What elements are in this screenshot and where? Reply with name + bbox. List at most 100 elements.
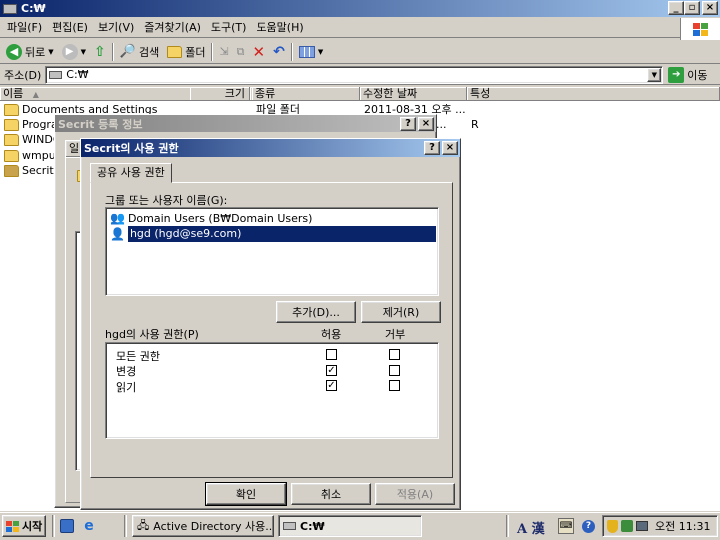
forward-button[interactable]: ▶ ▼ — [58, 41, 90, 63]
delete-x-icon: ✕ — [252, 42, 266, 61]
copy-to-icon: ⧉ — [236, 44, 245, 58]
taskbar-item-active-directory[interactable]: 🖧 Active Directory 사용... — [132, 515, 274, 537]
close-button[interactable]: × — [418, 117, 434, 131]
windows-logo-icon — [6, 520, 19, 532]
address-bar: 주소(D) C:₩ ▼ ➔ 이동 — [0, 65, 720, 85]
deny-change-checkbox[interactable] — [389, 365, 400, 376]
menu-favorites[interactable]: 즐겨찾기(A) — [139, 19, 206, 37]
permissions-list: 모든 권한 변경 읽기 ✓ ✓ — [105, 342, 439, 439]
permission-full-control: 모든 권한 — [116, 350, 160, 363]
col-header-type[interactable]: 종류 — [252, 87, 360, 101]
menu-file[interactable]: 파일(F) — [2, 19, 47, 37]
list-item[interactable]: Secrit — [4, 163, 54, 178]
chevron-down-icon: ▼ — [48, 47, 54, 56]
menu-help[interactable]: 도움말(H) — [251, 19, 308, 37]
window-title: C:₩ — [21, 2, 46, 15]
delete-button[interactable]: ✕ — [249, 41, 270, 63]
allow-change-checkbox[interactable]: ✓ — [326, 365, 337, 376]
drive-icon — [283, 522, 296, 530]
folder-icon — [4, 149, 19, 162]
col-header-attributes[interactable]: 특성 — [467, 87, 720, 101]
explorer-titlebar[interactable]: C:₩ _ ▫ × — [0, 0, 720, 17]
remove-button[interactable]: 제거(R) — [361, 301, 441, 323]
permissions-label: hgd의 사용 권한(P) — [105, 328, 199, 341]
list-item[interactable]: Progra — [4, 117, 58, 132]
folder-icon — [4, 133, 19, 146]
search-icon: 🔎 — [119, 44, 136, 59]
up-arrow-icon: ⇧ — [94, 43, 106, 60]
address-input[interactable]: C:₩ ▼ — [45, 65, 664, 84]
close-button[interactable]: × — [702, 1, 718, 15]
add-button[interactable]: 추가(D)... — [276, 301, 356, 323]
windows-logo-icon — [680, 18, 720, 40]
permission-read: 읽기 — [116, 381, 137, 394]
ok-button[interactable]: 확인 — [205, 482, 287, 506]
back-button[interactable]: ◀ 뒤로 ▼ — [2, 41, 58, 63]
security-shield-icon[interactable] — [607, 519, 618, 533]
menu-bar: 파일(F) 편집(E) 보기(V) 즐겨찾기(A) 도구(T) 도움말(H) — [0, 18, 720, 38]
cancel-button[interactable]: 취소 — [291, 483, 371, 505]
up-folder-button[interactable]: ⇧ — [90, 41, 110, 63]
quicklaunch-separator — [52, 515, 55, 537]
allow-read-checkbox[interactable]: ✓ — [326, 380, 337, 391]
list-item-selected[interactable]: 👤 hgd (hgd@se9.com) — [110, 226, 436, 242]
deny-full-control-checkbox[interactable] — [389, 349, 400, 360]
address-dropdown-button[interactable]: ▼ — [647, 67, 662, 82]
undo-button[interactable]: ↶ — [269, 41, 289, 63]
minimize-button[interactable]: _ — [668, 1, 684, 15]
help-button[interactable]: ? — [424, 141, 440, 155]
user-group-icon: 👥 — [110, 211, 125, 225]
chevron-down-icon: ▼ — [317, 47, 324, 56]
deny-read-checkbox[interactable] — [389, 380, 400, 391]
restore-button[interactable]: ▫ — [684, 1, 700, 15]
folder-icon — [4, 103, 19, 116]
go-button[interactable]: ➔ 이동 — [668, 66, 708, 83]
col-header-modified[interactable]: 수정한 날짜 — [360, 87, 467, 101]
search-button[interactable]: 🔎 검색 — [116, 41, 163, 63]
ime-indicator[interactable]: A 漢 — [517, 518, 545, 537]
permissions-titlebar[interactable]: Secrit의 사용 권한 ? × — [81, 139, 460, 157]
move-to-icon: ⇲ — [219, 45, 229, 58]
deny-header: 거부 — [385, 328, 406, 341]
drive-icon — [49, 70, 63, 79]
permission-change: 변경 — [116, 365, 137, 378]
undo-icon: ↶ — [273, 43, 285, 60]
start-button[interactable]: 시작 — [2, 515, 46, 537]
network-icon[interactable] — [621, 520, 633, 532]
clock[interactable]: 오전 11:31 — [655, 518, 710, 534]
allow-full-control-checkbox[interactable] — [326, 349, 337, 360]
show-desktop-icon[interactable] — [60, 519, 74, 533]
tab-share-permissions[interactable]: 공유 사용 권한 — [90, 163, 172, 183]
internet-explorer-icon[interactable]: e — [81, 518, 97, 534]
shared-folder-icon — [4, 164, 19, 177]
monitor-icon[interactable] — [636, 521, 648, 531]
close-button[interactable]: × — [442, 141, 458, 155]
views-button[interactable]: ▼ — [295, 41, 327, 63]
list-item[interactable]: 👥 Domain Users (B₩Domain Users) — [110, 210, 312, 226]
quicklaunch-separator — [124, 515, 127, 537]
col-header-size-label[interactable]: 크기 — [190, 87, 250, 101]
apply-button[interactable]: 적용(A) — [375, 483, 455, 505]
menu-edit[interactable]: 편집(E) — [47, 19, 93, 37]
views-icon — [298, 45, 315, 58]
toolbar-separator — [211, 42, 214, 61]
menu-tools[interactable]: 도구(T) — [206, 19, 252, 37]
chevron-down-icon: ▼ — [80, 47, 87, 56]
permissions-dialog[interactable]: Secrit의 사용 권한 ? × 공유 사용 권한 그룹 또는 사용자 이름(… — [80, 138, 461, 510]
user-listbox[interactable]: 👥 Domain Users (B₩Domain Users) 👤 hgd (h… — [105, 207, 439, 296]
address-label: 주소(D) — [4, 68, 42, 82]
list-item[interactable]: WINDO — [4, 132, 61, 147]
folders-button[interactable]: 폴더 — [163, 41, 209, 63]
properties-titlebar[interactable]: Secrit 등록 정보 ? × — [55, 115, 436, 132]
help-button[interactable]: ? — [400, 117, 416, 131]
file-date: ... — [436, 118, 447, 131]
folder-icon — [4, 118, 19, 131]
help-circle-icon[interactable]: ? — [582, 520, 595, 533]
menu-view[interactable]: 보기(V) — [93, 19, 139, 37]
ime-toolbar-icon[interactable]: ⌨ — [558, 518, 574, 534]
copy-to-button[interactable]: ⧉ — [233, 41, 249, 63]
forward-arrow-icon: ▶ — [61, 43, 78, 60]
list-item[interactable]: wmpu — [4, 148, 56, 163]
move-to-button[interactable]: ⇲ — [215, 41, 232, 63]
taskbar-item-explorer[interactable]: C:₩ — [278, 515, 422, 537]
